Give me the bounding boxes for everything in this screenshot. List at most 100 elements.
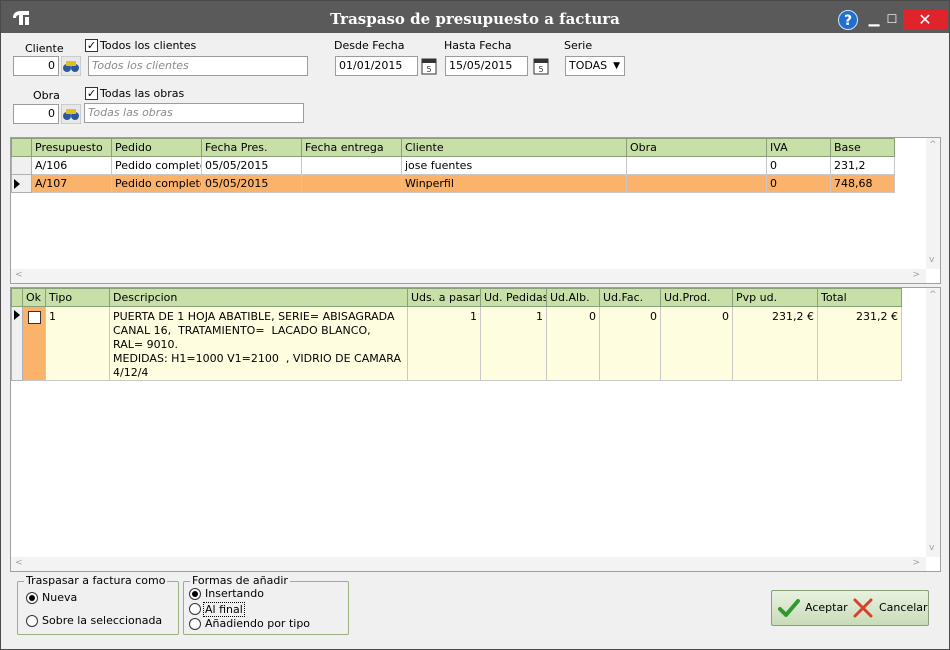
cell-base[interactable]: 748,68 [830,174,895,193]
scroll-left-icon[interactable]: < [15,558,23,568]
column-header[interactable]: Presupuesto [31,138,112,157]
lineas-grid: Ok Tipo Descripcion Uds. a pasar Ud. Ped… [10,287,941,572]
radio-al-final-label[interactable]: Al final [203,602,245,617]
cell-presupuesto[interactable]: A/107 [31,174,112,193]
column-header[interactable]: Uds. a pasar [407,288,481,307]
cliente-name-input[interactable]: Todos los clientes [88,56,308,76]
column-header[interactable]: Obra [626,138,767,157]
cell-pvp-ud[interactable]: 231,2 € [732,306,818,381]
cell-presupuesto[interactable]: A/106 [31,156,112,175]
ok-cell[interactable] [22,306,46,381]
help-icon[interactable]: ? [838,10,858,30]
radio-insertando-label[interactable]: Insertando [205,587,264,600]
cell-uds-pasar[interactable]: 1 [407,306,481,381]
cell-obra[interactable] [626,156,767,175]
radio-insertando[interactable] [189,588,201,600]
todas-obras-checkbox[interactable]: ✓ [85,87,98,100]
title-bar: Traspaso de presupuesto a factura ? ▁ ☐ … [1,1,949,33]
column-header[interactable]: Tipo [45,288,110,307]
cell-ud-alb[interactable]: 0 [546,306,600,381]
cell-descripcion[interactable]: PUERTA DE 1 HOJA ABATIBLE, SERIE= ABISAG… [109,306,408,381]
column-header[interactable]: Ud.Prod. [660,288,733,307]
column-header[interactable]: Ud.Alb. [546,288,600,307]
calendar-icon[interactable]: 5 [533,57,549,75]
vertical-scrollbar[interactable]: ^ v [926,138,940,269]
chevron-down-icon: ▼ [613,61,620,71]
minimize-icon[interactable]: ▁ [866,10,882,28]
scroll-up-icon[interactable]: ^ [929,140,937,150]
scroll-down-icon[interactable]: v [929,255,934,265]
scroll-left-icon[interactable]: < [15,270,23,280]
cell-cliente[interactable]: Winperfil [401,174,627,193]
traspasar-group-title: Traspasar a factura como [24,574,168,587]
cliente-label: Cliente [25,42,64,55]
radio-por-tipo-label[interactable]: Añadiendo por tipo [205,617,310,630]
maximize-icon[interactable]: ☐ [884,10,900,28]
cell-total[interactable]: 231,2 € [817,306,902,381]
scroll-right-icon[interactable]: > [912,270,920,280]
cell-base[interactable]: 231,2 [830,156,895,175]
serie-select[interactable]: TODAS ▼ [565,56,625,76]
horizontal-scrollbar[interactable]: < > [11,557,926,571]
cell-fecha-pres[interactable]: 05/05/2015 [201,174,302,193]
close-icon[interactable]: ✕ [903,10,947,30]
column-header[interactable]: Base [830,138,895,157]
scroll-down-icon[interactable]: v [929,543,934,553]
column-header[interactable]: Fecha entrega [301,138,402,157]
column-header[interactable]: Ud. Pedidas [480,288,547,307]
accept-button[interactable]: Aceptar [778,591,848,625]
cancel-button[interactable]: Cancelar [852,591,928,625]
cell-fecha-entrega[interactable] [301,156,402,175]
cell-ud-fac[interactable]: 0 [599,306,661,381]
obra-code-input[interactable]: 0 [13,104,59,124]
traspasar-group: Traspasar a factura como Nueva Sobre la … [17,574,179,635]
presupuestos-grid: Presupuesto Pedido Fecha Pres. Fecha ent… [10,137,941,284]
radio-por-tipo[interactable] [189,618,201,630]
cell-fecha-entrega[interactable] [301,174,402,193]
cell-ud-prod[interactable]: 0 [660,306,733,381]
search-binoculars-icon[interactable] [61,104,81,124]
current-row-arrow-icon [11,306,23,381]
search-binoculars-icon[interactable] [61,56,81,76]
scroll-right-icon[interactable]: > [912,558,920,568]
column-header[interactable]: Pedido [111,138,202,157]
desde-fecha-input[interactable]: 01/01/2015 [335,56,418,76]
table-row[interactable]: A/106 Pedido completo 05/05/2015 jose fu… [11,156,895,175]
obra-name-input[interactable]: Todas las obras [84,103,304,123]
horizontal-scrollbar[interactable]: < > [11,269,926,283]
cell-tipo[interactable]: 1 [45,306,110,381]
radio-sobre-seleccionada-label[interactable]: Sobre la seleccionada [42,614,162,627]
table-row-selected[interactable]: A/107 Pedido completo 05/05/2015 Winperf… [11,174,895,193]
cell-iva[interactable]: 0 [766,174,831,193]
cell-pedido[interactable]: Pedido completo [111,156,202,175]
column-header[interactable]: Ok [22,288,46,307]
scroll-up-icon[interactable]: ^ [929,290,937,300]
cell-ud-pedidas[interactable]: 1 [480,306,547,381]
todos-clientes-checkbox[interactable]: ✓ [85,39,98,52]
hasta-fecha-label: Hasta Fecha [444,39,512,52]
column-header[interactable]: Fecha Pres. [201,138,302,157]
column-header[interactable]: Ud.Fac. [599,288,661,307]
column-header[interactable]: Total [817,288,902,307]
serie-label: Serie [564,39,593,52]
cell-fecha-pres[interactable]: 05/05/2015 [201,156,302,175]
hasta-fecha-input[interactable]: 15/05/2015 [445,56,528,76]
cell-pedido[interactable]: Pedido completo [111,174,202,193]
column-header[interactable]: Descripcion [109,288,408,307]
cell-iva[interactable]: 0 [766,156,831,175]
column-header[interactable]: Pvp ud. [732,288,818,307]
calendar-icon[interactable]: 5 [421,57,437,75]
table-row[interactable]: 1 PUERTA DE 1 HOJA ABATIBLE, SERIE= ABIS… [11,306,902,381]
column-header[interactable]: Cliente [401,138,627,157]
ok-checkbox[interactable] [28,311,41,324]
radio-sobre-seleccionada[interactable] [26,615,38,627]
radio-nueva[interactable] [26,592,38,604]
cliente-code-input[interactable]: 0 [13,56,59,76]
cell-cliente[interactable]: jose fuentes [401,156,627,175]
column-header[interactable]: IVA [766,138,831,157]
radio-al-final[interactable] [189,603,201,615]
serie-value: TODAS [569,59,608,72]
cell-obra[interactable] [626,174,767,193]
vertical-scrollbar[interactable]: ^ v [926,288,940,557]
radio-nueva-label[interactable]: Nueva [42,591,77,604]
